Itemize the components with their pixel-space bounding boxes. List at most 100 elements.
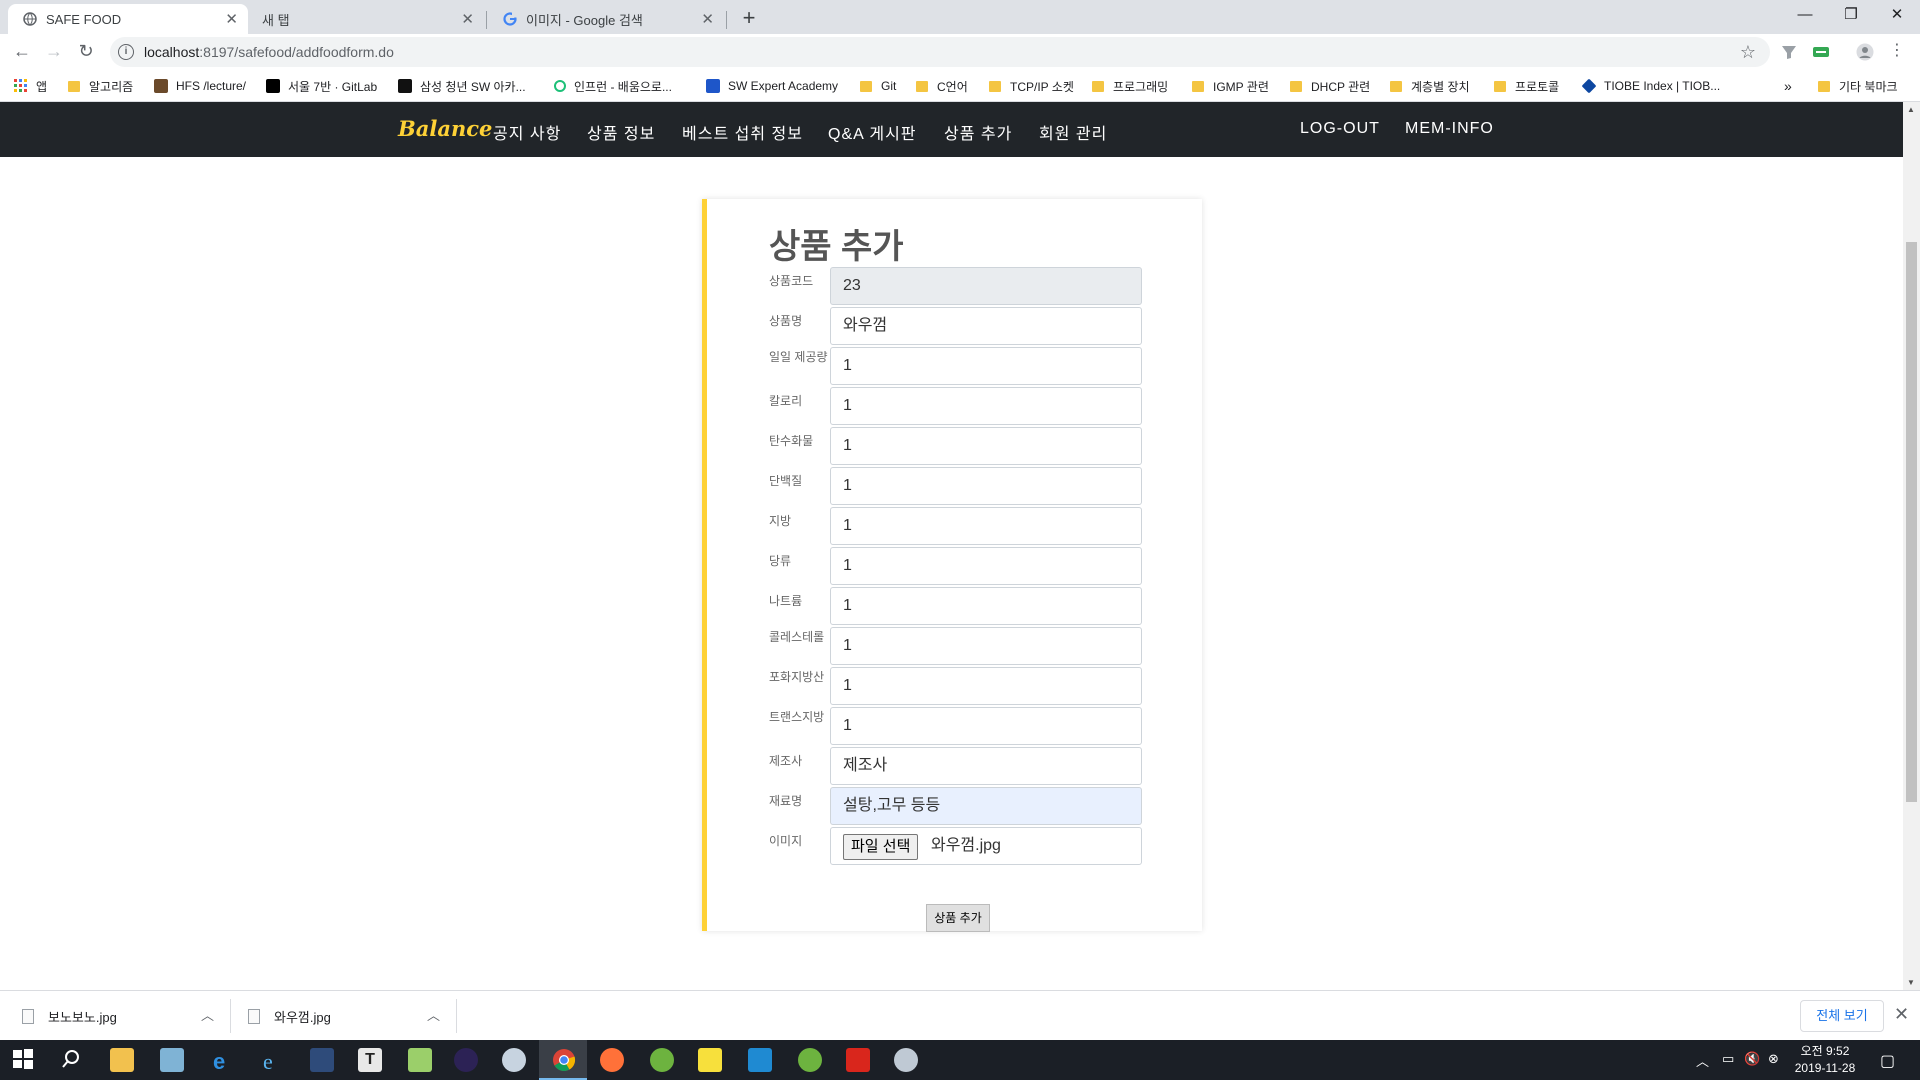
- brand-logo[interactable]: Balance: [398, 116, 492, 141]
- tray-chevron-up-icon[interactable]: ︿: [1696, 1051, 1709, 1070]
- bookmark-link[interactable]: 서울 7반 · GitLab: [266, 78, 377, 94]
- page-scrollbar[interactable]: ▲ ▼: [1903, 102, 1920, 990]
- close-window-icon[interactable]: ✕: [1874, 0, 1920, 32]
- choose-file-button[interactable]: 파일 선택: [843, 834, 919, 860]
- profile-avatar-icon[interactable]: [1856, 43, 1874, 61]
- close-download-shelf-icon[interactable]: ✕: [1894, 1004, 1909, 1025]
- extension-adblock-icon[interactable]: [1812, 43, 1830, 61]
- firefox-icon[interactable]: [600, 1048, 624, 1072]
- show-all-downloads-button[interactable]: 전체 보기: [1800, 1000, 1884, 1032]
- bookmarks-more-icon[interactable]: »: [1784, 78, 1792, 94]
- vscode-icon[interactable]: [748, 1048, 772, 1072]
- image-file-input[interactable]: 파일 선택 와우껌.jpg: [830, 827, 1142, 865]
- notepad-icon[interactable]: [160, 1048, 184, 1072]
- bookmark-folder[interactable]: C언어: [916, 78, 968, 94]
- paint-icon[interactable]: [502, 1048, 526, 1072]
- bookmark-folder[interactable]: 프로토콜: [1494, 78, 1559, 94]
- nav-logout[interactable]: LOG-OUT: [1300, 120, 1380, 138]
- info-icon[interactable]: i: [118, 44, 134, 60]
- nav-qna[interactable]: Q&A 게시판: [828, 120, 917, 144]
- eclipse-icon[interactable]: [454, 1048, 478, 1072]
- tab-google-images[interactable]: 이미지 - Google 검색 ✕: [488, 4, 724, 34]
- ingredients-input[interactable]: 설탕,고무 등등: [830, 787, 1142, 825]
- scroll-up-icon[interactable]: ▲: [1907, 105, 1915, 114]
- bookmark-link[interactable]: 삼성 청년 SW 아카...: [398, 78, 526, 94]
- chevron-up-icon[interactable]: ︿: [427, 1005, 440, 1024]
- bookmark-folder[interactable]: 알고리즘: [68, 78, 133, 94]
- bookmark-apps[interactable]: 앱: [14, 78, 47, 94]
- serving-size-input[interactable]: 1: [830, 347, 1142, 385]
- ssms-icon[interactable]: [310, 1048, 334, 1072]
- nav-notice[interactable]: 공지 사항: [493, 120, 561, 144]
- minimize-icon[interactable]: —: [1782, 0, 1828, 32]
- status-x-icon[interactable]: ⊗: [1768, 1051, 1779, 1067]
- network-icon[interactable]: ▭: [1722, 1051, 1734, 1067]
- bookmark-folder[interactable]: 프로그래밍: [1092, 78, 1168, 94]
- extension-filter-icon[interactable]: [1780, 43, 1798, 61]
- trans-fat-input[interactable]: 1: [830, 707, 1142, 745]
- close-tab-icon[interactable]: ✕: [225, 10, 238, 28]
- close-tab-icon[interactable]: ✕: [461, 10, 474, 28]
- nav-product-info[interactable]: 상품 정보: [587, 120, 655, 144]
- sodium-input[interactable]: 1: [830, 587, 1142, 625]
- forward-icon[interactable]: →: [42, 40, 66, 64]
- product-code-input: 23: [830, 267, 1142, 305]
- address-bar[interactable]: i localhost:8197/safefood/addfoodform.do…: [110, 37, 1770, 67]
- spring-tool-icon[interactable]: [798, 1048, 822, 1072]
- bookmark-link[interactable]: 인프런 - 배움으로...: [554, 78, 672, 94]
- ie-icon[interactable]: e: [260, 1048, 284, 1074]
- cholesterol-input[interactable]: 1: [830, 627, 1142, 665]
- edge-icon[interactable]: e: [210, 1048, 234, 1074]
- start-icon[interactable]: [12, 1048, 36, 1072]
- saturated-fat-input[interactable]: 1: [830, 667, 1142, 705]
- volume-muted-icon[interactable]: 🔇: [1744, 1051, 1760, 1067]
- bookmark-folder[interactable]: TCP/IP 소켓: [989, 78, 1074, 94]
- notification-center-icon[interactable]: ▢: [1880, 1051, 1895, 1071]
- nav-best-intake[interactable]: 베스트 섭취 정보: [682, 120, 803, 144]
- scroll-down-icon[interactable]: ▼: [1907, 978, 1915, 987]
- editor-icon[interactable]: [408, 1048, 432, 1072]
- chrome-menu-icon[interactable]: ⋮: [1888, 43, 1906, 61]
- calories-input[interactable]: 1: [830, 387, 1142, 425]
- bookmark-star-icon[interactable]: ☆: [1740, 42, 1756, 63]
- search-icon[interactable]: [60, 1048, 84, 1072]
- bookmark-link[interactable]: HFS /lecture/: [154, 78, 246, 94]
- bookmark-folder[interactable]: IGMP 관련: [1192, 78, 1269, 94]
- reload-icon[interactable]: ↻: [74, 40, 98, 64]
- download-item[interactable]: 와우껌.jpg ︿: [248, 991, 440, 1041]
- protein-input[interactable]: 1: [830, 467, 1142, 505]
- download-item[interactable]: 보노보노.jpg ︿: [22, 991, 214, 1041]
- download-divider: [230, 999, 231, 1033]
- bookmark-folder[interactable]: DHCP 관련: [1290, 78, 1370, 94]
- nav-member-admin[interactable]: 회원 관리: [1039, 120, 1107, 144]
- tab-safe-food[interactable]: SAFE FOOD ✕: [8, 4, 248, 34]
- snipping-icon[interactable]: [894, 1048, 918, 1072]
- back-icon[interactable]: ←: [10, 40, 34, 64]
- bookmark-folder[interactable]: Git: [860, 78, 896, 94]
- spring-icon[interactable]: [650, 1048, 674, 1072]
- sticky-notes-icon[interactable]: [698, 1048, 722, 1072]
- taskbar-clock[interactable]: 오전 9:52 2019-11-28: [1789, 1043, 1861, 1077]
- tab-new-tab[interactable]: 새 탭 ✕: [248, 4, 484, 34]
- file-explorer-icon[interactable]: [110, 1048, 134, 1072]
- carbohydrate-input[interactable]: 1: [830, 427, 1142, 465]
- fat-input[interactable]: 1: [830, 507, 1142, 545]
- sugar-input[interactable]: 1: [830, 547, 1142, 585]
- acrobat-icon[interactable]: [846, 1048, 870, 1072]
- scrollbar-thumb[interactable]: [1906, 242, 1917, 802]
- maker-input[interactable]: 제조사: [830, 747, 1142, 785]
- restore-icon[interactable]: ❐: [1828, 0, 1874, 32]
- bookmark-link[interactable]: SW Expert Academy: [706, 78, 838, 94]
- chevron-up-icon[interactable]: ︿: [201, 1005, 214, 1024]
- bookmark-other[interactable]: 기타 북마크: [1818, 78, 1898, 94]
- add-product-submit-button[interactable]: 상품 추가: [926, 904, 990, 932]
- chrome-icon[interactable]: [552, 1048, 576, 1072]
- close-tab-icon[interactable]: ✕: [701, 10, 714, 28]
- nav-member-info[interactable]: MEM-INFO: [1405, 120, 1494, 138]
- product-name-input[interactable]: 와우껌: [830, 307, 1142, 345]
- bookmark-folder[interactable]: 계층별 장치: [1390, 78, 1470, 94]
- nav-add-product[interactable]: 상품 추가: [944, 120, 1012, 144]
- bookmark-link[interactable]: TIOBE Index | TIOB...: [1581, 78, 1720, 94]
- new-tab-icon[interactable]: +: [736, 6, 762, 32]
- typora-icon[interactable]: T: [358, 1048, 382, 1072]
